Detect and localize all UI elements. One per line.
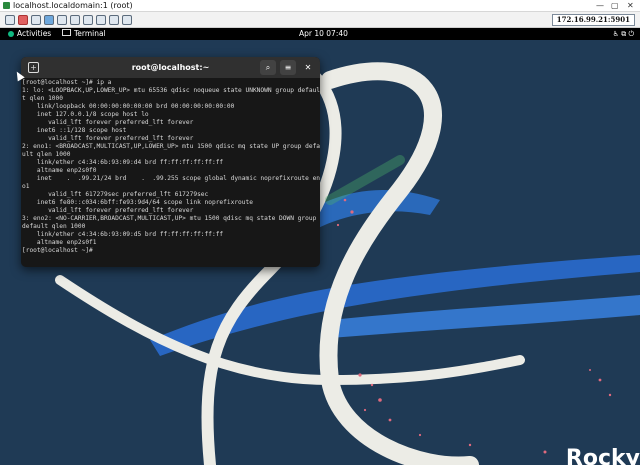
system-tray[interactable]: ♿ ⧉ ⏻: [613, 28, 634, 40]
vnc-toolbar: 172.16.99.21:5901: [0, 12, 640, 28]
network-icon[interactable]: ⧉: [621, 30, 626, 38]
maximize-icon[interactable]: ▢: [611, 0, 619, 11]
accessibility-icon[interactable]: ♿: [613, 30, 619, 38]
activities-label: Activities: [17, 29, 52, 38]
zoom-in-icon[interactable]: [83, 15, 93, 25]
rocky-logo-icon: [8, 31, 14, 37]
terminal-line: inet 127.0.0.1/8 scope host lo: [22, 111, 149, 118]
terminal-line: inet . .99.21/24 brd . .99.255 scope glo…: [22, 175, 320, 182]
minimize-icon[interactable]: —: [596, 0, 604, 11]
terminal-line: link/ether c4:34:6b:93:09:d5 brd ff:ff:f…: [22, 231, 224, 238]
refresh-icon[interactable]: [31, 15, 41, 25]
terminal-line: default qlen 1000: [22, 223, 86, 230]
terminal-line: ult qlen 1000: [22, 151, 71, 158]
terminal-line: link/ether c4:34:6b:93:09:d4 brd ff:ff:f…: [22, 159, 224, 166]
zoom-out-icon[interactable]: [96, 15, 106, 25]
terminal-line: valid_lft forever preferred_lft forever: [22, 207, 194, 214]
terminal-line: [root@localhost ~]# ip a: [22, 79, 112, 86]
vnc-title-bar: localhost.localdomain:1 (root) — ▢ ✕: [0, 0, 640, 12]
search-icon[interactable]: ⌕: [260, 60, 276, 75]
vnc-app-icon: [3, 2, 10, 9]
server-address: 172.16.99.21:5901: [551, 14, 635, 26]
app-menu-label: Terminal: [74, 29, 106, 38]
terminal-line: link/loopback 00:00:00:00:00:00 brd 00:0…: [22, 103, 235, 110]
terminal-window[interactable]: + root@localhost:~ ⌕ ≡ ✕ [root@localhost…: [21, 57, 320, 267]
power-icon[interactable]: ⏻: [628, 30, 634, 38]
terminal-line: inet6 fe80::c034:6bff:fe93:9d4/64 scope …: [22, 199, 253, 206]
terminal-output[interactable]: [root@localhost ~]# ip a 1: lo: <LOOPBAC…: [21, 79, 320, 267]
gnome-top-bar: Activities Terminal Apr 10 07:40 ♿ ⧉ ⏻: [0, 28, 640, 40]
rocky-brand-text: Rocky: [565, 446, 640, 465]
terminal-line: 3: eno2: <NO-CARRIER,BROADCAST,MULTICAST…: [22, 215, 317, 222]
clock[interactable]: Apr 10 07:40: [299, 28, 348, 40]
terminal-line: t qlen 1000: [22, 95, 63, 102]
terminal-prompt[interactable]: [root@localhost ~]#: [22, 247, 97, 255]
terminal-line: altname enp2s0f0: [22, 167, 97, 174]
terminal-line: valid_lft forever preferred_lft forever: [22, 119, 194, 126]
options-icon[interactable]: [5, 15, 15, 25]
ctrl-key-icon[interactable]: [57, 15, 67, 25]
terminal-line: valid_lft 617279sec preferred_lft 617279…: [22, 191, 209, 198]
app-menu-terminal[interactable]: Terminal: [62, 28, 106, 40]
terminal-line: altname enp2s0f1: [22, 239, 97, 246]
terminal-line: o1: [22, 183, 30, 190]
terminal-app-icon: [62, 29, 71, 36]
terminal-line: inet6 ::1/128 scope host: [22, 127, 127, 134]
terminal-line: 1: lo: <LOOPBACK,UP,LOWER_UP> mtu 65536 …: [22, 87, 320, 94]
ctrl-alt-del-icon[interactable]: [44, 15, 54, 25]
terminal-headerbar[interactable]: + root@localhost:~ ⌕ ≡ ✕: [21, 57, 320, 78]
vnc-window-title: localhost.localdomain:1 (root): [13, 1, 133, 10]
close-icon[interactable]: ✕: [300, 60, 316, 75]
close-window-icon[interactable]: ✕: [627, 0, 634, 11]
fullscreen-icon[interactable]: [109, 15, 119, 25]
menu-icon[interactable]: ≡: [280, 60, 296, 75]
terminal-line: valid_lft forever preferred_lft forever: [22, 135, 194, 142]
info-icon[interactable]: [122, 15, 132, 25]
activities-button[interactable]: Activities: [8, 28, 51, 40]
terminal-line: 2: eno1: <BROADCAST,MULTICAST,UP,LOWER_U…: [22, 143, 320, 150]
alt-key-icon[interactable]: [70, 15, 80, 25]
disconnect-icon[interactable]: [18, 15, 28, 25]
